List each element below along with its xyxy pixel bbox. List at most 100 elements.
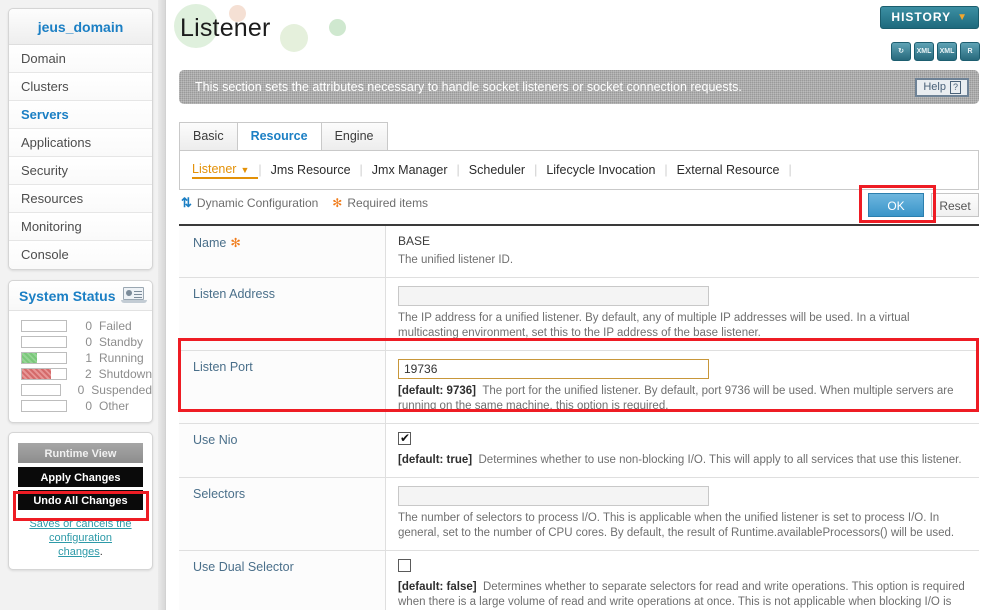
question-mark-icon: ? <box>949 80 961 94</box>
use-nio-checkbox[interactable] <box>398 431 411 445</box>
sidebar-item-console[interactable]: Console <box>9 241 152 269</box>
sidebar-item-label: Clusters <box>21 79 69 94</box>
sidebar-item-resources[interactable]: Resources <box>9 185 152 213</box>
status-count: 0 <box>77 383 85 397</box>
status-bar-fill <box>22 353 37 363</box>
toolbar-buttons: OK Reset <box>868 193 979 217</box>
description-text: The port for the unified listener. By de… <box>398 385 954 412</box>
icon-glyph: XML <box>939 48 955 55</box>
form-row-label: Name <box>193 236 227 250</box>
required-items-label: Required items <box>347 196 429 210</box>
form-row-label: Selectors <box>193 487 246 501</box>
status-row-other: 0 Other <box>9 398 152 414</box>
dynamic-configuration-label: Dynamic Configuration <box>196 196 319 210</box>
domain-name-header: jeus_domain <box>9 9 152 45</box>
form-row-value-cell: BASE The unified listener ID. <box>386 226 979 277</box>
status-row-standby: 0 Standby <box>9 334 152 350</box>
subnav-item-label: Jms Resource <box>270 163 351 177</box>
system-status-header: System Status <box>9 281 152 311</box>
monitor-icon[interactable] <box>121 287 148 304</box>
form-row-selectors: Selectors The number of selectors to proc… <box>179 478 979 551</box>
status-bar <box>21 384 62 396</box>
icon-glyph: XML <box>916 48 932 55</box>
apply-changes-button[interactable]: Apply Changes <box>18 467 143 487</box>
form-row-label: Use Dual Selector <box>193 560 294 574</box>
form-row-listen-port: Listen Port [default: 9736] The port for … <box>179 351 979 424</box>
listen-port-input[interactable] <box>398 359 709 379</box>
subnav-item-label: Listener <box>192 161 237 176</box>
selectors-input[interactable] <box>398 486 709 506</box>
header-icon-row: ↻ XML XML R <box>891 42 980 61</box>
sync-icon: ⇅ <box>181 195 192 210</box>
default-value-note: [default: false] <box>398 581 477 593</box>
tab-label: Engine <box>334 129 374 143</box>
sidebar-item-label: Console <box>21 247 69 262</box>
sidebar-item-label: Security <box>21 163 68 178</box>
default-value-note: [default: true] <box>398 454 473 466</box>
status-row-shutdown: 2 Shutdown <box>9 366 152 382</box>
subnav-item-external-resource[interactable]: External Resource <box>668 163 789 177</box>
description-text: Determines whether to separate selectors… <box>398 581 965 608</box>
reset-button[interactable]: Reset <box>931 193 979 217</box>
form-row-label-cell: Name ✻ <box>179 226 386 277</box>
asterisk-icon: ✻ <box>332 196 343 210</box>
system-status-title: System Status <box>19 287 116 304</box>
form-row-description: [default: true] Determines whether to us… <box>398 453 969 468</box>
refresh-icon[interactable]: ↻ <box>891 42 911 61</box>
decorative-circle-4 <box>329 19 346 36</box>
form-row-description: [default: false] Determines whether to s… <box>398 580 969 610</box>
subnav-item-scheduler[interactable]: Scheduler <box>460 163 534 177</box>
reload-resource-icon[interactable]: R <box>960 42 980 61</box>
sidebar-item-applications[interactable]: Applications <box>9 129 152 157</box>
sidebar-item-domain[interactable]: Domain <box>9 45 152 73</box>
status-bar <box>21 336 67 348</box>
subnav-item-jms-resource[interactable]: Jms Resource <box>262 163 360 177</box>
subnav-item-listener[interactable]: Listener ▼ <box>192 161 259 179</box>
form-toolbar: ⇅ Dynamic Configuration ✻ Required items… <box>179 193 979 223</box>
ok-button[interactable]: OK <box>868 193 924 217</box>
help-button[interactable]: Help ? <box>915 77 969 97</box>
subnav-item-jmx-manager[interactable]: Jmx Manager <box>363 163 457 177</box>
undo-all-changes-button[interactable]: Undo All Changes <box>18 490 143 510</box>
form-row-description: [default: 9736] The port for the unified… <box>398 384 969 414</box>
status-label: Failed <box>99 319 132 333</box>
domain-nav-card: jeus_domain Domain Clusters Servers Applica… <box>8 8 153 270</box>
sidebar-item-label: Resources <box>21 191 84 206</box>
sidebar-item-label: Domain <box>21 51 66 66</box>
tab-basic[interactable]: Basic <box>179 122 238 150</box>
status-label: Running <box>99 351 144 365</box>
sidebar-actions-card: Runtime View Apply Changes Undo All Chan… <box>8 432 153 570</box>
listen-address-input[interactable] <box>398 286 709 306</box>
xml-download-icon[interactable]: XML <box>937 42 957 61</box>
config-changes-link[interactable]: Saves or cancels the configuration changes <box>29 518 131 558</box>
page-header: Listener HISTORY ▼ ↻ XML XML R <box>166 0 993 62</box>
status-count: 0 <box>85 319 92 333</box>
form-row-listen-address: Listen Address The IP address for a unifi… <box>179 278 979 351</box>
use-dual-selector-checkbox[interactable] <box>398 559 411 572</box>
info-banner: This section sets the attributes necessa… <box>179 70 979 104</box>
status-bar <box>21 352 67 364</box>
runtime-view-button[interactable]: Runtime View <box>18 443 143 463</box>
tab-label: Basic <box>193 129 224 143</box>
form-row-label: Use Nio <box>193 433 238 447</box>
tab-resource[interactable]: Resource <box>236 122 322 150</box>
sidebar-item-servers[interactable]: Servers <box>9 101 152 129</box>
status-count: 0 <box>85 399 92 413</box>
help-label: Help <box>923 81 946 93</box>
status-label: Shutdown <box>98 367 152 381</box>
tab-engine[interactable]: Engine <box>320 122 388 150</box>
subnav-item-label: Jmx Manager <box>371 163 448 177</box>
subnav-item-label: Lifecycle Invocation <box>546 163 656 177</box>
subnav-item-lifecycle-invocation[interactable]: Lifecycle Invocation <box>537 163 664 177</box>
sidebar-item-monitoring[interactable]: Monitoring <box>9 213 152 241</box>
system-status-card: System Status 0 Failed 0 Standby 1 Running 2 Sh… <box>8 280 153 423</box>
toolbar-legend: ⇅ Dynamic Configuration ✻ Required items <box>181 195 428 211</box>
history-button[interactable]: HISTORY ▼ <box>880 6 979 29</box>
xml-upload-icon[interactable]: XML <box>914 42 934 61</box>
sidebar-item-security[interactable]: Security <box>9 157 152 185</box>
default-value-note: [default: 9736] <box>398 385 476 397</box>
dynamic-configuration-legend: ⇅ Dynamic Configuration <box>181 195 318 211</box>
sidebar-item-clusters[interactable]: Clusters <box>9 73 152 101</box>
chevron-down-icon[interactable]: ▼ <box>240 165 249 175</box>
description-text: The unified listener ID. <box>398 254 514 266</box>
